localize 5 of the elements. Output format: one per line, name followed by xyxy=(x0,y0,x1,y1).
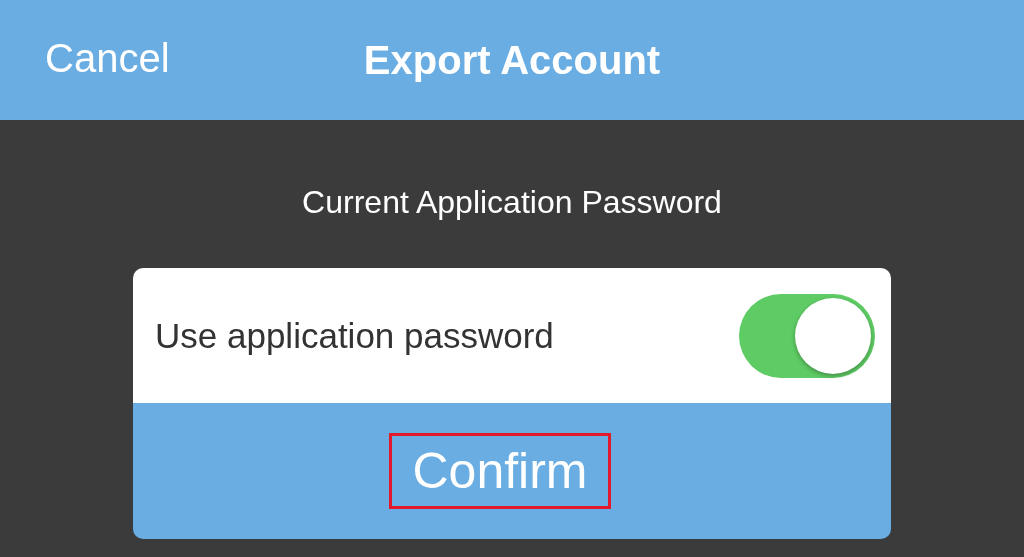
screen-title: Export Account xyxy=(363,37,661,83)
section-title: Current Application Password xyxy=(302,184,722,222)
confirm-button[interactable]: Confirm xyxy=(389,433,611,509)
setting-label: Use application password xyxy=(155,315,554,356)
cancel-button[interactable]: Cancel xyxy=(45,36,170,81)
